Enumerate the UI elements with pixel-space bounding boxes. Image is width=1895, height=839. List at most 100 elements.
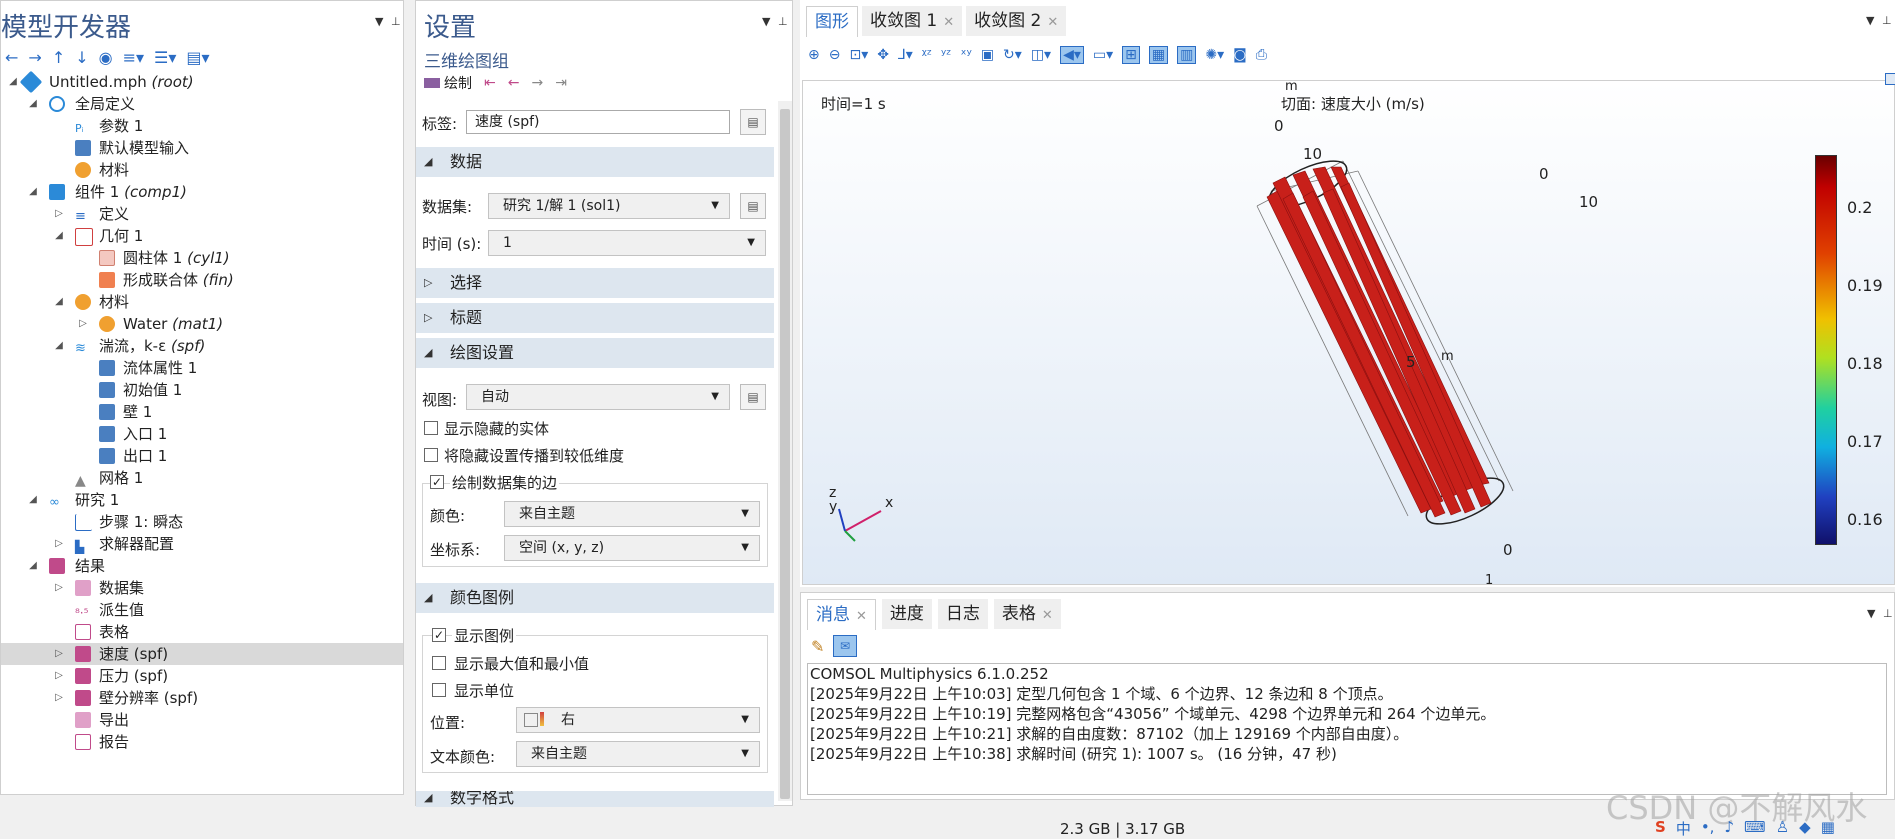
input-method-logo-icon[interactable]: S: [1655, 818, 1666, 839]
xz-view-icon[interactable]: ᵡᶻ: [922, 47, 932, 63]
tree-item-cylinder[interactable]: 圆柱体 1 (cyl1): [1, 247, 403, 269]
section-plot-settings[interactable]: ◢ 绘图设置: [416, 338, 774, 368]
tree-item-wall-resolution[interactable]: ▷ 壁分辨率 (spf): [1, 687, 403, 709]
rotate-icon[interactable]: ↻▾: [1003, 47, 1022, 63]
ime-label[interactable]: 中: [1676, 818, 1691, 839]
tree-item-inlet[interactable]: 入口 1: [1, 423, 403, 445]
pin-icon[interactable]: ⊥: [778, 15, 788, 28]
close-icon[interactable]: ✕: [943, 15, 954, 30]
tree-item-export[interactable]: 导出: [1, 709, 403, 731]
tree-item-fluid-properties[interactable]: 流体属性 1: [1, 357, 403, 379]
zoom-extents-icon[interactable]: ✥: [877, 47, 889, 63]
zoom-out-icon[interactable]: ⊖: [829, 47, 841, 63]
shirt-icon[interactable]: ◆: [1799, 818, 1811, 839]
graphics-canvas[interactable]: 时间=1 s m 切面: 速度大小 (m/s) 0 10 0 10 5 m 0 …: [802, 73, 1895, 588]
tree-item-global-definitions[interactable]: ◢ 全局定义: [1, 93, 403, 115]
tree-item-datasets[interactable]: ▷ 数据集: [1, 577, 403, 599]
xy-view-icon[interactable]: ˣʸ: [960, 47, 971, 63]
tree-item-parameters[interactable]: Pᵢ 参数 1: [1, 115, 403, 137]
move-up-icon[interactable]: ↑: [52, 48, 65, 67]
wireframe-icon[interactable]: ▭▾: [1093, 47, 1113, 63]
tree-item-definitions[interactable]: ▷ ≡ 定义: [1, 203, 403, 225]
tree-item-report[interactable]: 报告: [1, 731, 403, 753]
select-boundary-icon[interactable]: ▥: [1177, 46, 1197, 64]
first-icon[interactable]: ⇤: [484, 75, 496, 91]
collapse-icon[interactable]: ☰▾: [154, 48, 176, 67]
dataset-select[interactable]: 研究 1/解 1 (sol1): [488, 193, 730, 219]
view-goto-icon[interactable]: ▤: [740, 384, 766, 410]
panel-menu-icon[interactable]: ▼: [762, 15, 770, 28]
tab-messages[interactable]: 消息 ✕: [807, 599, 876, 630]
back-icon[interactable]: ←: [5, 48, 18, 67]
tree-item-turbulent-flow[interactable]: ◢ ≋ 湍流，k-ε (spf): [1, 335, 403, 357]
tree-item-wall[interactable]: 壁 1: [1, 401, 403, 423]
tree-item-step[interactable]: 步骤 1: 瞬态: [1, 511, 403, 533]
tab-progress[interactable]: 进度: [881, 599, 932, 629]
screenshot-icon[interactable]: ◙: [1233, 47, 1247, 63]
keyboard-icon[interactable]: ⌨: [1744, 818, 1766, 839]
tree-item-velocity[interactable]: ▷ 速度 (spf): [1, 643, 403, 665]
tree-item-derived-values[interactable]: ⁸·⁵ 派生值: [1, 599, 403, 621]
label-input[interactable]: 速度 (spf): [466, 110, 730, 134]
tab-log[interactable]: 日志: [937, 599, 988, 629]
tree-item-initial-values[interactable]: 初始值 1: [1, 379, 403, 401]
scene-light-icon[interactable]: ◫▾: [1031, 47, 1051, 63]
tree-item-materials[interactable]: ◢ 材料: [1, 291, 403, 313]
show-icon[interactable]: ◉: [99, 48, 113, 67]
tab-tables[interactable]: 表格 ✕: [993, 599, 1061, 629]
pin-icon[interactable]: ⊥: [1883, 607, 1893, 620]
tree-item-form-union[interactable]: 形成联合体 (fin): [1, 269, 403, 291]
scrollbar-thumb[interactable]: [780, 109, 790, 799]
time-select[interactable]: 1: [488, 230, 766, 256]
text-color-select[interactable]: 来自主题: [516, 741, 760, 767]
panel-menu-icon[interactable]: ▼: [1867, 607, 1875, 620]
previous-icon[interactable]: ←: [508, 75, 520, 91]
tree-item-solver[interactable]: ▷ ▙ 求解器配置: [1, 533, 403, 555]
close-icon[interactable]: ✕: [1042, 608, 1053, 623]
section-data[interactable]: ◢ 数据: [416, 147, 774, 177]
select-icon[interactable]: ⊞: [1122, 46, 1140, 64]
section-selection[interactable]: ▷ 选择: [416, 268, 774, 298]
label-edit-icon[interactable]: ▤: [740, 109, 766, 135]
tree-item-study[interactable]: ◢ ∞ 研究 1: [1, 489, 403, 511]
person-icon[interactable]: ♙: [1776, 818, 1789, 839]
tree-item-geometry[interactable]: ◢ 几何 1: [1, 225, 403, 247]
print-icon[interactable]: ⎙: [1256, 47, 1267, 63]
next-icon[interactable]: →: [531, 75, 543, 91]
color-select[interactable]: 来自主题: [504, 501, 760, 527]
tree-item-tables[interactable]: 表格: [1, 621, 403, 643]
section-color-legend[interactable]: ◢ 颜色图例: [416, 583, 774, 613]
panel-menu-icon[interactable]: ▼: [375, 15, 383, 28]
axes-view-icon[interactable]: ⅃▾: [898, 47, 913, 63]
list-icon[interactable]: ▤▾: [186, 48, 209, 67]
position-select[interactable]: 右: [516, 707, 760, 733]
show-hidden-checkbox[interactable]: [424, 421, 438, 435]
section-number-format[interactable]: ◢ 数字格式: [416, 791, 774, 807]
tree-item-pressure[interactable]: ▷ 压力 (spf): [1, 665, 403, 687]
forward-icon[interactable]: →: [28, 48, 41, 67]
panel-menu-icon[interactable]: ▼: [1866, 14, 1874, 27]
tab-graphics[interactable]: 图形: [806, 6, 858, 37]
last-icon[interactable]: ⇥: [555, 75, 567, 91]
tab-convergence-2[interactable]: 收敛图 2 ✕: [966, 6, 1067, 36]
show-units-checkbox[interactable]: [432, 683, 446, 697]
tree-item-outlet[interactable]: 出口 1: [1, 445, 403, 467]
view-select[interactable]: 自动: [466, 384, 730, 410]
section-title[interactable]: ▷ 标题: [416, 303, 774, 333]
pin-icon[interactable]: ⊥: [391, 15, 401, 28]
zoom-in-icon[interactable]: ⊕: [808, 47, 820, 63]
close-icon[interactable]: ✕: [1047, 15, 1058, 30]
coordinate-system-select[interactable]: 空间 (x, y, z): [504, 535, 760, 561]
tree-item-component[interactable]: ◢ 组件 1 (comp1): [1, 181, 403, 203]
tree-item-root[interactable]: ◢ Untitled.mph (root): [1, 70, 403, 94]
yz-view-icon[interactable]: ʸᶻ: [941, 47, 951, 63]
render-icon[interactable]: ✺▾: [1205, 47, 1224, 63]
tree-item-water[interactable]: ▷ Water (mat1): [1, 313, 403, 335]
show-minmax-checkbox[interactable]: [432, 656, 446, 670]
legend-toggle-icon[interactable]: [1885, 73, 1895, 85]
plot-button[interactable]: 绘制: [424, 73, 472, 93]
expand-icon[interactable]: ≡▾: [123, 48, 144, 67]
grid-icon[interactable]: ▦: [1821, 818, 1835, 839]
punctuation-icon[interactable]: •,: [1701, 818, 1715, 839]
draw-edges-checkbox[interactable]: ✓: [430, 475, 444, 489]
